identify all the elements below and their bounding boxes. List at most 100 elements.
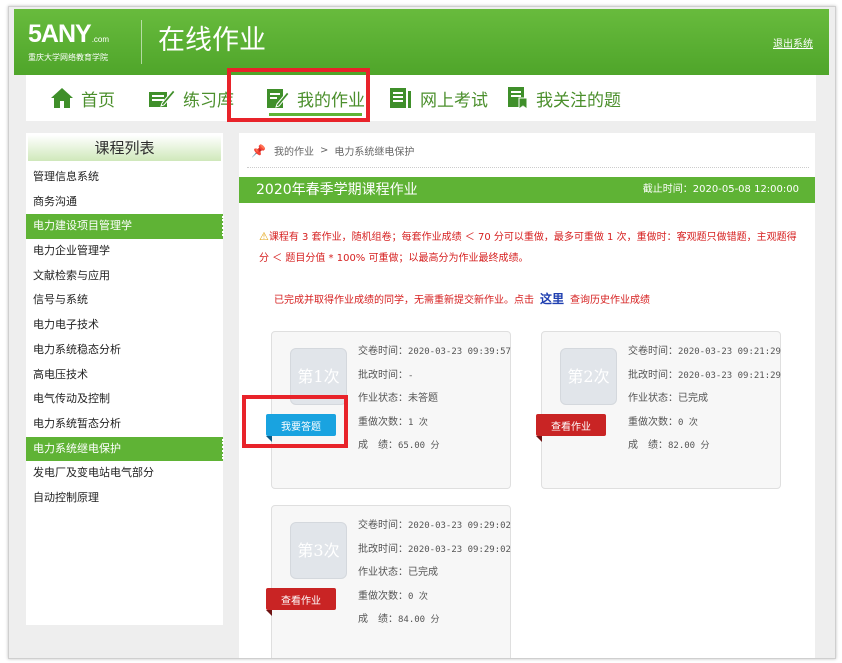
label-grade-time: 批改时间： — [358, 543, 408, 555]
site-header: 5ANY.com 重庆大学网络教育学院 在线作业 退出系统 — [14, 9, 829, 75]
warning-icon: ⚠ — [259, 230, 269, 243]
label-grade-time: 批改时间： — [628, 369, 678, 381]
logo-suffix: .com — [91, 35, 110, 44]
rules-notice: ⚠课程有 3 套作业，随机组卷；每套作业成绩 ＜ 70 分可以重做，最多可重做 … — [259, 226, 799, 269]
submit-time: 2020-03-23 09:29:02 — [408, 521, 511, 531]
breadcrumb-current: 电力系统继电保护 — [334, 147, 415, 158]
redo-count: 0 次 — [678, 417, 698, 428]
view-homework-button[interactable]: 查看作业 — [536, 414, 606, 442]
score-value: 84.00 分 — [398, 615, 440, 625]
submit-time: 2020-03-23 09:39:57 — [408, 347, 511, 357]
deadline: 截止时间：2020-05-08 12:00:00 — [643, 177, 799, 203]
signpost-icon: 📌 — [251, 143, 266, 158]
label-redo: 重做次数： — [358, 416, 408, 428]
grade-time: - — [408, 370, 414, 381]
course-item[interactable]: 文献检索与应用 — [26, 264, 223, 289]
score-value: 65.00 分 — [398, 441, 440, 451]
course-item[interactable]: 电力企业管理学 — [26, 239, 223, 264]
main-content: 📌 我的作业 > 电力系统继电保护 2020年春季学期课程作业 截止时间：202… — [239, 133, 815, 658]
rules-text: 课程有 3 套作业，随机组卷；每套作业成绩 ＜ 70 分可以重做，最多可重做 1… — [259, 232, 797, 264]
nav-item-home[interactable]: 首页 — [50, 75, 115, 121]
divider — [247, 167, 809, 168]
label-redo: 重做次数： — [628, 416, 678, 428]
bookmark-icon — [508, 87, 528, 110]
history-notice: 已完成并取得作业成绩的同学，无需重新提交新作业。点击 这里 查询历史作业成绩 — [274, 290, 650, 307]
logout-link[interactable]: 退出系统 — [773, 35, 813, 50]
label-grade-time: 批改时间： — [358, 369, 408, 381]
site-logo: 5ANY.com 重庆大学网络教育学院 — [28, 22, 109, 63]
practice-icon — [149, 89, 176, 107]
status-value: 未答题 — [408, 393, 438, 404]
card-info: 交卷时间：2020-03-23 09:39:57 批改时间：- 作业状态：未答题… — [358, 340, 511, 458]
course-item[interactable]: 电力建设项目管理学 — [26, 214, 224, 240]
breadcrumb-separator: > — [319, 145, 329, 156]
answer-button[interactable]: 我要答题 — [266, 414, 336, 442]
label-status: 作业状态： — [358, 393, 408, 404]
course-item[interactable]: 电力系统稳态分析 — [26, 338, 223, 363]
homework-card: 第1次 交卷时间：2020-03-23 09:39:57 批改时间：- 作业状态… — [266, 331, 511, 489]
deadline-label: 截止时间： — [642, 184, 693, 195]
course-item[interactable]: 信号与系统 — [26, 288, 223, 313]
course-item[interactable]: 电气传动及控制 — [26, 387, 223, 412]
status-value: 已完成 — [678, 393, 708, 404]
course-item[interactable]: 商务沟通 — [26, 190, 223, 215]
course-item[interactable]: 电力电子技术 — [26, 313, 223, 338]
redo-count: 1 次 — [408, 417, 428, 428]
grade-time: 2020-03-23 09:29:02 — [408, 544, 511, 555]
label-redo: 重做次数： — [358, 590, 408, 602]
nav-label: 练习库 — [183, 90, 234, 111]
history-prefix: 已完成并取得作业成绩的同学，无需重新提交新作业。点击 — [274, 295, 534, 306]
attempt-thumbnail: 第2次 — [560, 348, 617, 405]
nav-label: 网上考试 — [420, 90, 488, 111]
nav-label: 我的作业 — [297, 90, 365, 111]
label-status: 作业状态： — [628, 393, 678, 404]
term-title: 2020年春季学期课程作业 — [256, 182, 418, 198]
course-list: 管理信息系统 商务沟通 电力建设项目管理学 电力企业管理学 文献检索与应用 信号… — [26, 165, 224, 511]
nav-item-followed[interactable]: 我关注的题 — [507, 75, 621, 121]
card-info: 交卷时间：2020-03-23 09:29:02 批改时间：2020-03-23… — [358, 514, 511, 632]
submit-time: 2020-03-23 09:21:29 — [678, 347, 781, 357]
header-divider — [141, 20, 142, 64]
nav-label: 首页 — [81, 90, 115, 111]
course-item[interactable]: 管理信息系统 — [26, 165, 223, 190]
exam-icon — [390, 88, 411, 108]
label-score: 成 绩： — [358, 440, 398, 451]
homework-card: 第3次 交卷时间：2020-03-23 09:29:02 批改时间：2020-0… — [266, 505, 511, 658]
nav-item-my-homework[interactable]: 我的作业 — [266, 75, 365, 121]
status-value: 已完成 — [408, 567, 438, 578]
label-status: 作业状态： — [358, 567, 408, 578]
course-sidebar: 课程列表 管理信息系统 商务沟通 电力建设项目管理学 电力企业管理学 文献检索与… — [26, 133, 224, 625]
nav-item-practice[interactable]: 练习库 — [148, 75, 234, 121]
homework-card: 第2次 交卷时间：2020-03-23 09:21:29 批改时间：2020-0… — [536, 331, 781, 489]
nav-label: 我关注的题 — [536, 90, 621, 111]
nav-item-online-exam[interactable]: 网上考试 — [389, 75, 488, 121]
label-score: 成 绩： — [358, 614, 398, 625]
course-item-current[interactable]: 电力系统继电保护 — [26, 436, 224, 462]
history-link[interactable]: 这里 — [540, 290, 564, 307]
view-homework-button[interactable]: 查看作业 — [266, 588, 336, 616]
deadline-value: 2020-05-08 12:00:00 — [692, 184, 799, 195]
course-item[interactable]: 发电厂及变电站电气部分 — [26, 461, 223, 486]
site-title: 在线作业 — [158, 25, 266, 56]
browser-frame: 5ANY.com 重庆大学网络教育学院 在线作业 退出系统 首页 练习库 我的作… — [8, 6, 836, 659]
course-item[interactable]: 电力系统暂态分析 — [26, 412, 223, 437]
label-submit-time: 交卷时间： — [358, 520, 408, 531]
label-score: 成 绩： — [628, 440, 668, 451]
logo-subtitle: 重庆大学网络教育学院 — [28, 53, 108, 62]
term-banner: 2020年春季学期课程作业 截止时间：2020-05-08 12:00:00 — [239, 177, 815, 203]
redo-count: 0 次 — [408, 591, 428, 602]
history-suffix: 查询历史作业成绩 — [570, 295, 651, 306]
breadcrumb-home[interactable]: 我的作业 — [274, 143, 314, 158]
card-info: 交卷时间：2020-03-23 09:21:29 批改时间：2020-03-23… — [628, 340, 781, 458]
breadcrumb: 📌 我的作业 > 电力系统继电保护 — [251, 143, 415, 159]
label-submit-time: 交卷时间： — [628, 346, 678, 357]
sidebar-title: 课程列表 — [28, 135, 221, 161]
course-item[interactable]: 高电压技术 — [26, 363, 223, 388]
score-value: 82.00 分 — [668, 441, 710, 451]
home-icon — [51, 88, 73, 108]
label-submit-time: 交卷时间： — [358, 346, 408, 357]
attempt-thumbnail: 第1次 — [290, 348, 347, 405]
course-item[interactable]: 自动控制原理 — [26, 486, 223, 511]
homework-icon — [267, 89, 290, 108]
main-nav: 首页 练习库 我的作业 网上考试 我关注的题 — [26, 75, 816, 121]
